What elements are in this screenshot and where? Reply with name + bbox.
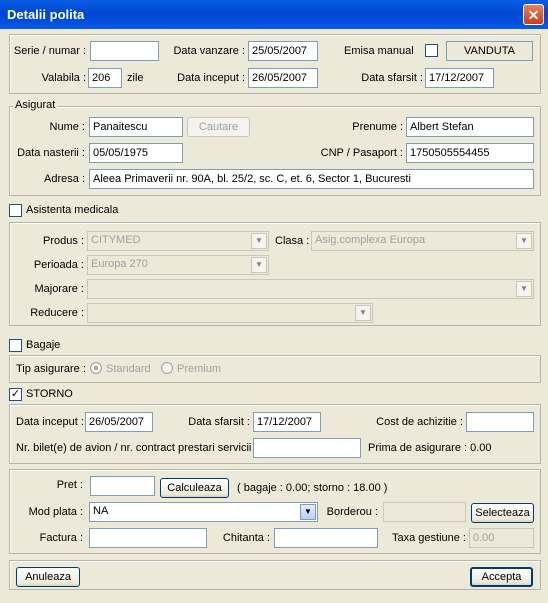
reducere-label: Reducere : — [30, 307, 84, 319]
mod-plata-label: Mod plata : — [28, 506, 83, 518]
prenume-label: Prenume : — [352, 121, 403, 133]
cnp-label: CNP / Pasaport : — [320, 147, 403, 159]
mod-plata-select-value: NA — [93, 505, 109, 517]
prima-asigurare-label: Prima de asigurare : 0.00 — [368, 442, 492, 454]
asistenta-medicala-label: Asistenta medicala — [26, 204, 119, 216]
taxa-gestiune-input[interactable]: 0.00 — [469, 528, 534, 548]
adresa-label: Adresa : — [44, 173, 85, 185]
chevron-down-icon[interactable]: ▼ — [516, 281, 532, 297]
pret-input[interactable] — [90, 476, 155, 496]
perioada-select-value: Europa 270 — [91, 258, 148, 270]
premium-label: Premium — [177, 363, 222, 375]
clasa-select-value: Asig.complexa Europa — [315, 234, 426, 246]
produs-label: Produs : — [43, 235, 84, 247]
data-nasterii-input[interactable]: 05/05/1975 — [89, 143, 183, 163]
clasa-select[interactable]: Asig.complexa Europa ▼ — [311, 231, 534, 251]
accepta-button[interactable]: Accepta — [470, 567, 533, 587]
insured-group-title: Asigurat — [13, 99, 58, 111]
cost-achizitie-input[interactable] — [466, 412, 534, 432]
data-inceput-input[interactable]: 26/05/2007 — [248, 68, 318, 88]
close-icon[interactable]: ✕ — [523, 4, 544, 25]
factura-input[interactable] — [89, 528, 207, 548]
window-title: Detalii polita — [7, 7, 85, 22]
bagaje-label: Bagaje — [26, 339, 61, 351]
cost-achizitie-label: Cost de achizitie : — [376, 416, 463, 428]
status-badge: VANDUTA — [446, 41, 533, 61]
chitanta-label: Chitanta : — [222, 532, 270, 544]
selecteaza-button[interactable]: Selecteaza — [471, 503, 534, 523]
serie-label: Serie / numar : — [13, 45, 86, 57]
storno-data-sfarsit-label: Data sfarsit : — [188, 416, 250, 428]
pret-label: Pret : — [56, 479, 83, 491]
chevron-down-icon[interactable]: ▼ — [516, 233, 532, 249]
clasa-label: Clasa : — [275, 235, 310, 247]
zile-label: zile — [127, 72, 144, 84]
cnp-input[interactable]: 1750505554455 — [406, 143, 534, 163]
chevron-down-icon[interactable]: ▼ — [251, 233, 267, 249]
perioada-select[interactable]: Europa 270 ▼ — [87, 255, 269, 275]
adresa-input[interactable]: Aleea Primaverii nr. 90A, bl. 25/2, sc. … — [89, 169, 534, 189]
data-inceput-label: Data inceput : — [177, 72, 245, 84]
majorare-select[interactable]: ▼ — [87, 279, 534, 299]
data-sfarsit-input[interactable]: 17/12/2007 — [425, 68, 494, 88]
majorare-label: Majorare : — [34, 283, 84, 295]
anuleaza-button[interactable]: Anuleaza — [16, 567, 80, 587]
prenume-input[interactable]: Albert Stefan — [406, 117, 534, 137]
valabila-input[interactable]: 206 — [88, 68, 122, 88]
dialog-body: Serie / numar : Data vanzare : 25/05/200… — [3, 29, 545, 600]
nume-input[interactable]: Panaitescu — [89, 117, 183, 137]
calculeaza-button[interactable]: Calculeaza — [160, 478, 229, 498]
nume-label: Nume : — [49, 121, 85, 133]
premium-radio[interactable] — [161, 362, 173, 374]
storno-data-sfarsit-input[interactable]: 17/12/2007 — [253, 412, 321, 432]
mod-plata-select[interactable]: NA ▼ — [89, 502, 318, 522]
serie-input[interactable] — [90, 41, 159, 61]
produs-select-value: CITYMED — [91, 234, 141, 246]
tip-asigurare-label: Tip asigurare : — [16, 363, 86, 375]
storno-checkbox[interactable]: ✓ — [9, 388, 22, 401]
borderou-label: Borderou : — [326, 506, 378, 518]
bagaje-panel — [9, 355, 541, 383]
dialog-window: Detalii polita ✕ Serie / numar : Data va… — [0, 0, 548, 603]
emisa-manual-label: Emisa manual — [344, 45, 414, 57]
chevron-down-icon[interactable]: ▼ — [300, 504, 316, 520]
cautare-button[interactable]: Cautare — [187, 117, 250, 137]
chitanta-input[interactable] — [274, 528, 378, 548]
bilet-label: Nr. bilet(e) de avion / nr. contract pre… — [16, 442, 258, 454]
data-vanzare-label: Data vanzare : — [173, 45, 245, 57]
storno-data-inceput-label: Data inceput : — [16, 416, 84, 428]
footer-panel — [9, 560, 541, 590]
reducere-select[interactable]: ▼ — [87, 303, 373, 323]
taxa-gestiune-label: Taxa gestiune : — [392, 532, 466, 544]
produs-select[interactable]: CITYMED ▼ — [87, 231, 269, 251]
borderou-input[interactable] — [383, 502, 466, 522]
emisa-manual-checkbox[interactable] — [425, 44, 438, 57]
valabila-label: Valabila : — [41, 72, 86, 84]
asistenta-medicala-checkbox[interactable] — [9, 204, 22, 217]
data-sfarsit-label: Data sfarsit : — [361, 72, 423, 84]
factura-label: Factura : — [39, 532, 83, 544]
bilet-input[interactable] — [253, 438, 361, 458]
data-nasterii-label: Data nasterii : — [17, 147, 85, 159]
price-summary: ( bagaje : 0.00; storno : 18.00 ) — [237, 482, 388, 494]
chevron-down-icon[interactable]: ▼ — [251, 257, 267, 273]
standard-radio[interactable] — [90, 362, 102, 374]
storno-data-inceput-input[interactable]: 26/05/2007 — [85, 412, 153, 432]
chevron-down-icon[interactable]: ▼ — [355, 305, 371, 321]
data-vanzare-input[interactable]: 25/05/2007 — [248, 41, 318, 61]
title-bar[interactable]: Detalii polita ✕ — [0, 0, 548, 29]
storno-label: STORNO — [26, 388, 73, 400]
bagaje-checkbox[interactable] — [9, 339, 22, 352]
standard-label: Standard — [106, 363, 151, 375]
perioada-label: Perioada : — [33, 259, 84, 271]
